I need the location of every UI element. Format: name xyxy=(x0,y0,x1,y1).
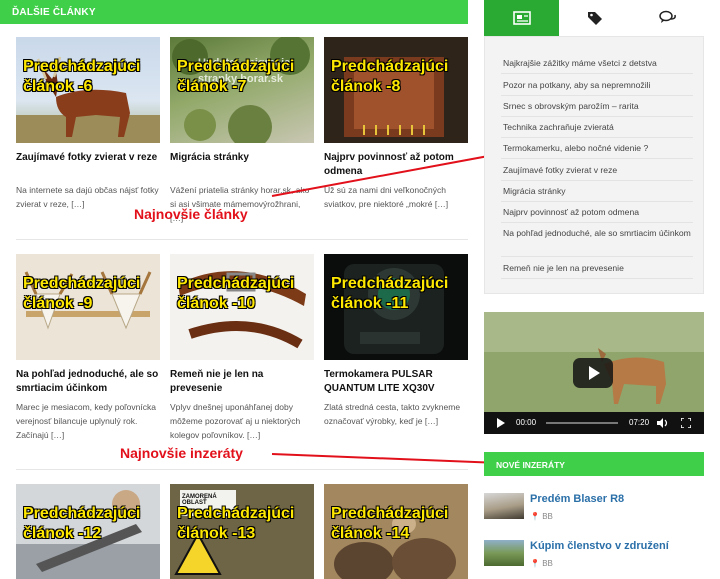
location-pin-icon: 📍 xyxy=(530,512,540,521)
overlay-label: Predchádzajúci článok -8 xyxy=(331,58,449,95)
seek-bar[interactable] xyxy=(546,422,618,424)
latest-article-link[interactable]: Najprv povinnosť až potom odmena xyxy=(503,207,693,217)
ads-section-header: NOVÉ INZERÁTY xyxy=(484,452,704,476)
section-title: ĎALŠIE ČLÁNKY xyxy=(12,7,96,18)
tags-icon xyxy=(587,12,602,25)
location-pin-icon: 📍 xyxy=(530,559,540,568)
latest-article-link[interactable]: Termokamerku, alebo nočné videnie ? xyxy=(503,143,693,153)
article-excerpt: Už sú za nami dni veľkonočných sviatkov,… xyxy=(324,185,449,209)
ad-location: 📍 BB xyxy=(530,559,553,568)
divider xyxy=(501,95,693,96)
latest-article-link[interactable]: Srnec s obrovským parožím – rarita xyxy=(503,101,693,111)
article-thumbnail[interactable]: Predchádzajúci článok -11 xyxy=(324,254,468,360)
article-thumbnail[interactable]: Predchádzajúci článok -14 xyxy=(324,484,468,579)
ad-title[interactable]: Kúpim členstvo v združení xyxy=(530,540,669,552)
overlay-label: Predchádzajúci článok -9 xyxy=(23,275,141,312)
overlay-label: Predchádzajúci článok -11 xyxy=(331,275,449,312)
article-title[interactable]: Termokamera PULSAR QUANTUM LITE XQ30V xyxy=(324,368,468,396)
latest-articles-panel: Najkrajšie zážitky máme všetci z detstva… xyxy=(484,36,704,294)
article-title[interactable]: Na pohľad jednoduché, ale so smrtiacim ú… xyxy=(16,368,160,396)
tab-comments[interactable] xyxy=(632,0,704,36)
ad-title[interactable]: Predém Blaser R8 xyxy=(530,493,624,505)
article-excerpt: Vplyv dnešnej uponáhľanej doby môžeme po… xyxy=(170,402,301,440)
ad-location-text: BB xyxy=(542,512,553,521)
video-player[interactable]: 00:00 07:20 xyxy=(484,312,704,434)
divider xyxy=(501,116,693,117)
newspaper-icon xyxy=(512,11,531,25)
tab-tags[interactable] xyxy=(559,0,632,36)
article-excerpt: Zlatá stredná cesta, takto zvykneme ozna… xyxy=(324,402,461,426)
article-title[interactable]: Migrácia stránky xyxy=(170,151,314,165)
article-thumbnail[interactable]: Predchádzajúci článok -12 xyxy=(16,484,160,579)
divider xyxy=(501,222,693,223)
overlay-label: Predchádzajúci článok -6 xyxy=(23,58,141,95)
divider xyxy=(501,158,693,159)
duration: 07:20 xyxy=(629,418,650,427)
overlay-label: Predchádzajúci článok -10 xyxy=(177,275,295,312)
divider xyxy=(501,137,693,138)
article-title[interactable]: Najprv povinnosť až potom odmena xyxy=(324,151,468,179)
article-thumbnail[interactable]: Predchádzajúci článok -8 xyxy=(324,37,468,143)
article-thumbnail[interactable]: ZAMORENÁ OBLASŤ Predchádzajúci článok -1… xyxy=(170,484,314,579)
ad-thumbnail[interactable] xyxy=(484,540,524,566)
section-header: ĎALŠIE ČLÁNKY xyxy=(0,0,468,24)
tab-latest[interactable] xyxy=(484,0,559,36)
article-title[interactable]: Zaujímavé fotky zvierat v reze xyxy=(16,151,160,165)
article-excerpt: Marec je mesiacom, kedy poľovnícka verej… xyxy=(16,402,156,440)
latest-article-link[interactable]: Migrácia stránky xyxy=(503,186,693,196)
overlay-label: Predchádzajúci článok -14 xyxy=(331,505,449,542)
fullscreen-icon[interactable] xyxy=(681,418,691,428)
divider xyxy=(501,278,693,279)
ads-section-title: NOVÉ INZERÁTY xyxy=(496,460,565,470)
ad-location-text: BB xyxy=(542,559,553,568)
divider xyxy=(501,73,693,74)
article-thumbnail[interactable]: Update - migracia stranky horar.sk Predc… xyxy=(170,37,314,143)
annotation-latest-ads: Najnovšie inzeráty xyxy=(120,445,243,461)
ad-item[interactable]: Kúpim členstvo v združení 📍 BB xyxy=(484,540,704,574)
ad-thumbnail[interactable] xyxy=(484,493,524,519)
article-thumbnail[interactable]: Predchádzajúci článok -6 xyxy=(16,37,160,143)
overlay-label: Predchádzajúci článok -7 xyxy=(177,58,295,95)
overlay-label: Predchádzajúci článok -13 xyxy=(177,505,295,542)
latest-article-link[interactable]: Technika zachraňuje zvieratá xyxy=(503,122,693,132)
annotation-latest-articles: Najnovšie články xyxy=(134,206,248,222)
latest-article-link[interactable]: Na pohľad jednoduché, ale so smrtiacim ú… xyxy=(503,227,693,239)
latest-article-link[interactable]: Remeň nie je len na prevesenie xyxy=(503,263,693,273)
play-button[interactable] xyxy=(573,358,613,388)
article-thumbnail[interactable]: Predchádzajúci článok -9 xyxy=(16,254,160,360)
volume-icon[interactable] xyxy=(657,418,669,428)
article-thumbnail[interactable]: Predchádzajúci článok -10 xyxy=(170,254,314,360)
comments-icon xyxy=(659,10,676,23)
ad-location: 📍 BB xyxy=(530,512,553,521)
divider xyxy=(501,201,693,202)
ad-item[interactable]: Predém Blaser R8 📍 BB xyxy=(484,493,704,527)
latest-article-link[interactable]: Zaujímavé fotky zvierat v reze xyxy=(503,165,693,175)
current-time: 00:00 xyxy=(516,418,537,427)
latest-article-link[interactable]: Najkrajšie zážitky máme všetci z detstva xyxy=(503,58,693,68)
overlay-label: Predchádzajúci článok -12 xyxy=(23,505,141,542)
sidebar-tabs xyxy=(484,0,704,36)
latest-article-link[interactable]: Pozor na potkany, aby sa nepremnožili xyxy=(503,80,693,90)
divider xyxy=(501,256,693,257)
play-small-icon[interactable] xyxy=(497,418,505,428)
divider xyxy=(16,239,468,240)
divider xyxy=(501,180,693,181)
article-title[interactable]: Remeň nie je len na prevesenie xyxy=(170,368,314,396)
video-controls: 00:00 07:20 xyxy=(484,412,704,434)
divider xyxy=(16,469,468,470)
